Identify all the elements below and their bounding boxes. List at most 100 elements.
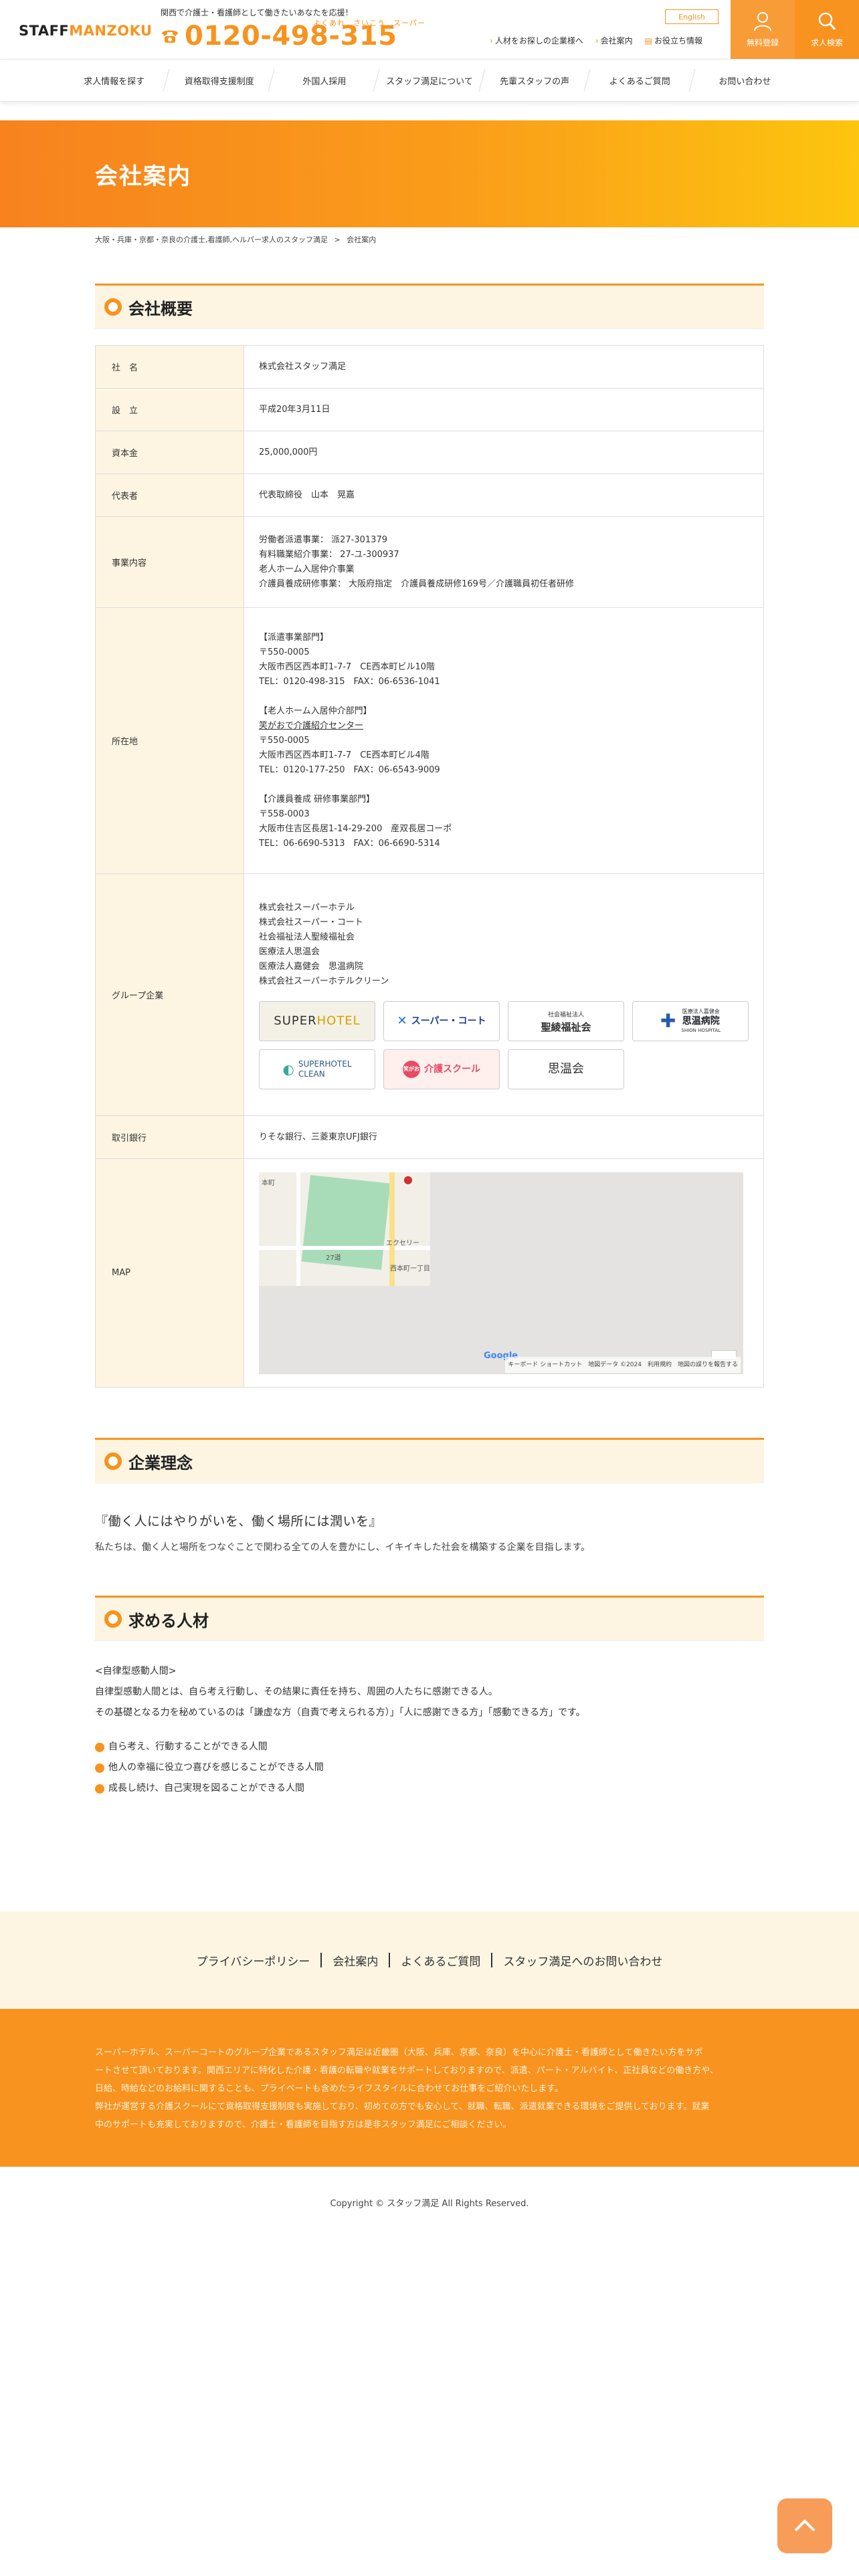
list-item: 成長し続け、自己実現を図ることができる人間 bbox=[95, 1778, 764, 1799]
table-row: グループ企業 株式会社スーパーホテル 株式会社スーパー・コート 社会福祉法人聖綾… bbox=[95, 873, 764, 1116]
section-header: 企業理念 bbox=[95, 1438, 764, 1483]
superhotel-clean-logo[interactable]: ◐ SUPERHOTEL CLEAN bbox=[259, 1049, 375, 1089]
map-pin-icon[interactable]: ● bbox=[403, 1172, 413, 1187]
link-company-info[interactable]: › 会社案内 bbox=[595, 35, 633, 46]
site-header: STAFFMANZOKU 関西で介護士・看護師として働きたいあなたを応援！ よく… bbox=[0, 0, 859, 59]
phone-number-row[interactable]: 0120-498-315 bbox=[159, 23, 397, 49]
search-icon bbox=[818, 12, 836, 30]
map-tiles[interactable]: 西本町一丁目 27道 本町 エクセリー ● bbox=[259, 1172, 430, 1286]
section-header: 求める人材 bbox=[95, 1596, 764, 1641]
section-title: 会社概要 bbox=[128, 299, 193, 318]
ring-bullet-icon bbox=[104, 1610, 122, 1628]
section-header: 会社概要 bbox=[95, 284, 764, 329]
book-icon: ▤ bbox=[644, 36, 652, 45]
map-attribution[interactable]: キーボード ショートカット 地図データ ©2024 利用規約 地図の誤りを報告す… bbox=[505, 1356, 741, 1373]
free-register-button[interactable]: 無料登録 bbox=[731, 0, 795, 59]
table-row: 設 立平成20年3月11日 bbox=[95, 388, 764, 431]
bullet-dot-icon bbox=[95, 1763, 104, 1773]
bullet-dot-icon bbox=[95, 1742, 104, 1752]
chevron-right-icon: › bbox=[595, 36, 599, 45]
company-info-table: 社 名株式会社スタッフ満足 設 立平成20年3月11日 資本金 25,000,00… bbox=[95, 345, 764, 1388]
ring-bullet-icon bbox=[104, 1453, 122, 1470]
user-icon bbox=[754, 11, 771, 31]
divider bbox=[491, 1953, 493, 1967]
table-row: 所在地 【派遣事業部門】 〒550-0005 大阪市西区西本町1-7-7 CE西… bbox=[95, 607, 764, 874]
ring-bullet-icon bbox=[104, 298, 122, 316]
seiryo-logo[interactable]: 社会福祉法人 聖綾福祉会 bbox=[508, 1000, 624, 1041]
business-details: 労働者派遣事業： 派27-301379 有料職業紹介事業： 27-ユ-30093… bbox=[244, 516, 764, 608]
philosophy-text: 私たちは、働く人と場所をつなぐことで関わる全ての人を豊かにし、イキイキした社会を… bbox=[95, 1542, 591, 1553]
footer-link-privacy[interactable]: プライバシーポリシー bbox=[197, 1952, 310, 1969]
kaigo-badge: 笑がお bbox=[403, 1060, 420, 1078]
philosophy-quote: 『働く人にはやりがいを、働く場所には潤いを』 bbox=[95, 1514, 383, 1529]
supercourt-logo[interactable]: ✕ スーパー・コート bbox=[383, 1000, 500, 1041]
company-overview-section: 会社概要 社 名株式会社スタッフ満足 設 立平成20年3月11日 資本金 25,0… bbox=[95, 284, 764, 1388]
global-nav: 求人情報を探す 資格取得支援制度 外国人採用 スタッフ満足について 先輩スタッフ… bbox=[0, 59, 859, 102]
breadcrumb-home-link[interactable]: 大阪・兵庫・京都・奈良の介護士,看護師,ヘルパー求人のスタッフ満足 bbox=[95, 235, 328, 244]
shion-hospital-logo[interactable]: ✚ 医療法人嘉健会 思温病院 SHION HOSPITAL bbox=[632, 1000, 749, 1041]
nav-about-staff-manzoku[interactable]: スタッフ満足について bbox=[377, 60, 482, 101]
nav-foreign-hiring[interactable]: 外国人採用 bbox=[272, 60, 377, 101]
footer-about: スーパーホテル、スーパーコートのグループ企業であるスタッフ満足は近畿圏（大阪、兵… bbox=[0, 2009, 859, 2167]
breadcrumb: 大阪・兵庫・京都・奈良の介護士,看護師,ヘルパー求人のスタッフ満足 > 会社案内 bbox=[95, 234, 376, 245]
onsenkai-logo[interactable]: 思温会 bbox=[508, 1049, 624, 1089]
superhotel-logo[interactable]: SUPER HOTEL bbox=[259, 1000, 375, 1041]
nav-qualification-support[interactable]: 資格取得支援制度 bbox=[167, 60, 272, 101]
footer-link-contact[interactable]: スタッフ満足へのお問い合わせ bbox=[503, 1952, 662, 1969]
link-for-companies[interactable]: › 人材をお探しの企業様へ bbox=[490, 35, 583, 46]
page-title: 会社案内 bbox=[95, 163, 191, 190]
cross-icon: ✚ bbox=[660, 1009, 676, 1032]
address-details: 【派遣事業部門】 〒550-0005 大阪市西区西本町1-7-7 CE西本町ビル… bbox=[244, 607, 764, 874]
footer-link-faq[interactable]: よくあるご質問 bbox=[401, 1952, 480, 1969]
footer-nav: プライバシーポリシー 会社案内 よくあるご質問 スタッフ満足へのお問い合わせ bbox=[0, 1911, 859, 2009]
link-useful-info[interactable]: ▤ お役立ち情報 bbox=[645, 35, 702, 46]
table-row: 社 名株式会社スタッフ満足 bbox=[95, 345, 764, 389]
table-row: 取引銀行 りそな銀行、三菱東京UFJ銀行 bbox=[95, 1115, 764, 1159]
talent-section: 求める人材 <自律型感動人間> 自律型感動人間とは、自ら考え行動し、その結果に責… bbox=[95, 1596, 764, 1799]
map-cell: 西本町一丁目 27道 本町 エクセリー ● Google キーボード ショートカ… bbox=[244, 1158, 764, 1388]
nav-senior-voices[interactable]: 先輩スタッフの声 bbox=[482, 60, 587, 101]
phone-number[interactable]: 0120-498-315 bbox=[185, 23, 397, 49]
nursing-center-link[interactable]: 笑がおで介護紹介センター bbox=[259, 719, 749, 734]
breadcrumb-separator: > bbox=[334, 235, 341, 244]
list-item: 自ら考え、行動することができる人間 bbox=[95, 1737, 764, 1757]
header-links: › 人材をお探しの企業様へ › 会社案内 ▤ お役立ち情報 bbox=[490, 35, 702, 46]
talent-line: その基礎となる力を秘めているのは「謙虚な方（自責で考えられる方）」「人に感謝でき… bbox=[95, 1707, 585, 1718]
page-hero: 会社案内 bbox=[0, 120, 859, 227]
table-row: 代表者 代表取締役 山本 晃嘉 bbox=[95, 473, 764, 517]
footer-about-text: スーパーホテル、スーパーコートのグループ企業であるスタッフ満足は近畿圏（大阪、兵… bbox=[95, 2048, 719, 2130]
divider bbox=[320, 1953, 322, 1967]
map-park bbox=[301, 1174, 391, 1270]
bullet-dot-icon bbox=[95, 1784, 104, 1794]
breadcrumb-current: 会社案内 bbox=[347, 235, 377, 244]
leaf-icon: ◐ bbox=[282, 1061, 294, 1077]
footer-link-company[interactable]: 会社案内 bbox=[332, 1952, 378, 1969]
chevron-right-icon: › bbox=[490, 36, 493, 45]
nav-find-jobs[interactable]: 求人情報を探す bbox=[62, 60, 167, 101]
header-tagline: 関西で介護士・看護師として働きたいあなたを応援！ bbox=[161, 8, 353, 17]
table-row: 事業内容 労働者派遣事業： 派27-301379 有料職業紹介事業： 27-ユ-… bbox=[95, 516, 764, 608]
table-row: 資本金 25,000,000円 bbox=[95, 431, 764, 474]
section-title: 企業理念 bbox=[128, 1453, 193, 1473]
table-row: MAP 西本町一丁目 27道 本町 エクセリー ● Google キーボード シ… bbox=[95, 1158, 764, 1388]
list-item: 他人の幸福に役立つ喜びを感じることができる人間 bbox=[95, 1757, 764, 1778]
phone-icon bbox=[162, 30, 178, 43]
nav-faq[interactable]: よくあるご質問 bbox=[587, 60, 692, 101]
job-search-button[interactable]: 求人検索 bbox=[795, 0, 859, 59]
map-road bbox=[296, 1172, 300, 1286]
kaigo-school-logo[interactable]: 笑がお 介護スクール bbox=[383, 1049, 500, 1089]
talent-line: <自律型感動人間> bbox=[95, 1666, 177, 1677]
chevron-up-icon bbox=[794, 2519, 816, 2532]
philosophy-section: 企業理念 『働く人にはやりがいを、働く場所には潤いを』 私たちは、働く人と場所を… bbox=[95, 1438, 764, 1553]
section-title: 求める人材 bbox=[128, 1611, 209, 1630]
google-map[interactable]: 西本町一丁目 27道 本町 エクセリー ● Google キーボード ショートカ… bbox=[259, 1172, 743, 1374]
supercourt-mark-icon: ✕ bbox=[397, 1013, 407, 1028]
site-logo[interactable]: STAFFMANZOKU bbox=[19, 23, 153, 39]
talent-line: 自律型感動人間とは、自ら考え行動し、その結果に責任を持ち、周囲の人たちに感謝でき… bbox=[95, 1687, 498, 1697]
nav-contact[interactable]: お問い合わせ bbox=[692, 60, 797, 101]
english-button[interactable]: English bbox=[665, 9, 719, 24]
group-companies: 株式会社スーパーホテル 株式会社スーパー・コート 社会福祉法人聖綾福祉会 医療法… bbox=[244, 873, 764, 1116]
group-logo-grid: SUPER HOTEL ✕ スーパー・コート 社会福祉法人 聖綾福祉会 ✚ 医療法人嘉健… bbox=[259, 1000, 749, 1089]
copyright: Copyright © スタッフ満足 All Rights Reserved. bbox=[330, 2199, 529, 2209]
back-to-top-button[interactable] bbox=[777, 2498, 832, 2553]
